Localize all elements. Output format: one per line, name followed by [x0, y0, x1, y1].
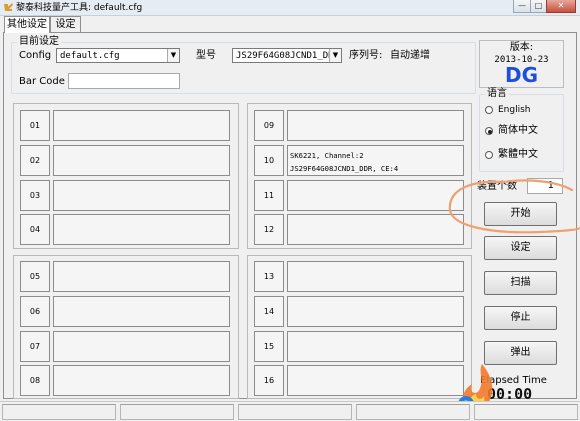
- language-radio-simplified[interactable]: [485, 127, 493, 135]
- slot-info: [287, 296, 464, 327]
- language-option-label[interactable]: 繁體中文: [498, 149, 538, 161]
- slot-info: [287, 110, 464, 141]
- chevron-down-icon[interactable]: ▼: [167, 49, 179, 62]
- config-label: Config: [19, 50, 52, 61]
- slot-info: [53, 214, 230, 245]
- slot-number: 11: [254, 180, 284, 211]
- app-icon: [4, 3, 13, 11]
- status-segment: [356, 404, 470, 420]
- slot-info: [287, 365, 464, 396]
- close-button[interactable]: ✕: [546, 0, 576, 13]
- slot-info: [287, 261, 464, 292]
- slot-info: [53, 296, 230, 327]
- maximize-button[interactable]: □: [530, 0, 547, 13]
- status-segment: [474, 404, 578, 420]
- slot-info: [287, 180, 464, 211]
- model-select[interactable]: JS29F64G08JCND1_DDR ▼: [232, 48, 342, 63]
- slot-number: 08: [20, 365, 50, 396]
- language-option-label[interactable]: English: [498, 104, 531, 116]
- version-code: DG: [504, 63, 539, 87]
- version-label: 版本:: [509, 42, 534, 53]
- version-box: 版本: 2013-10-23 DG: [479, 40, 564, 88]
- minimize-button[interactable]: —: [513, 0, 531, 13]
- status-bar: [0, 401, 580, 421]
- slot-info: [287, 214, 464, 245]
- language-option-label[interactable]: 简体中文: [498, 125, 538, 137]
- window-title: 黎泰科技量产工具: default.cfg: [16, 3, 143, 13]
- slot-number: 16: [254, 365, 284, 396]
- status-segment: [2, 404, 116, 420]
- slot-number: 02: [20, 145, 50, 176]
- tab-settings[interactable]: 设定: [50, 16, 81, 32]
- config-value: default.cfg: [60, 51, 120, 61]
- slot-info: [287, 331, 464, 362]
- slot-number: 04: [20, 214, 50, 245]
- slot-info: [53, 331, 230, 362]
- serial-label: 序列号:: [349, 50, 383, 61]
- slot-number: 12: [254, 214, 284, 245]
- model-label: 型号: [196, 50, 216, 61]
- slot-info: [53, 145, 230, 176]
- slot-number: 15: [254, 331, 284, 362]
- language-title: 语言: [485, 88, 509, 99]
- stop-button[interactable]: 停止: [484, 306, 557, 330]
- model-value: JS29F64G08JCND1_DDR: [236, 51, 330, 61]
- scan-button[interactable]: 扫描: [484, 271, 557, 295]
- language-radio-traditional[interactable]: [485, 151, 493, 159]
- slot-number: 01: [20, 110, 50, 141]
- slot-info: [53, 110, 230, 141]
- slot-number: 13: [254, 261, 284, 292]
- language-radio-english[interactable]: [485, 106, 493, 114]
- status-segment: [238, 404, 352, 420]
- barcode-label: Bar Code: [19, 76, 65, 87]
- status-segment: [120, 404, 234, 420]
- serial-value: 自动递增: [390, 50, 430, 61]
- slot-number: 05: [20, 261, 50, 292]
- slot-info: [53, 180, 230, 211]
- slot-number: 14: [254, 296, 284, 327]
- slot-number: 10: [254, 145, 284, 176]
- slot-number: 09: [254, 110, 284, 141]
- slot-info: SK6221, Channel:2 JS29F64G08JCND1_DDR, CE…: [287, 145, 464, 176]
- hand-drawn-circle-annotation: [448, 179, 580, 234]
- slot-info: [53, 261, 230, 292]
- chevron-down-icon[interactable]: ▼: [329, 49, 341, 62]
- slot-number: 06: [20, 296, 50, 327]
- slot-number: 03: [20, 180, 50, 211]
- tab-other-settings[interactable]: 其他设定: [4, 16, 50, 33]
- slot-number: 07: [20, 331, 50, 362]
- barcode-input[interactable]: [68, 73, 180, 89]
- slot-info: [53, 365, 230, 396]
- title-bar: 黎泰科技量产工具: default.cfg — □ ✕: [0, 0, 580, 16]
- current-settings-title: 目前设定: [17, 36, 61, 47]
- config-select[interactable]: default.cfg ▼: [56, 48, 180, 63]
